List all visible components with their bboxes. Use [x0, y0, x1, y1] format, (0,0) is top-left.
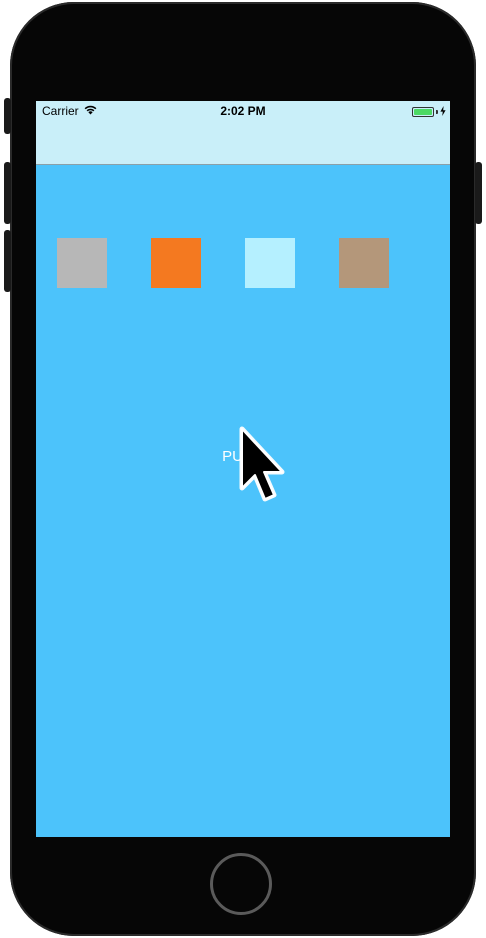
power-button: [475, 162, 482, 224]
volume-down-button: [4, 230, 11, 292]
status-bar: Carrier 2:02 PM: [36, 101, 450, 121]
app-screen: Carrier 2:02 PM PUSH: [36, 101, 450, 837]
battery-icon: [412, 107, 434, 117]
color-swatch-light-cyan: [245, 238, 295, 288]
silent-switch: [4, 98, 11, 134]
color-swatch-row: [36, 238, 450, 288]
volume-up-button: [4, 162, 11, 224]
battery-tip: [436, 110, 438, 114]
push-button[interactable]: PUSH: [193, 446, 293, 468]
status-time: 2:02 PM: [220, 104, 266, 118]
home-button-icon[interactable]: [210, 853, 272, 915]
color-swatch-orange: [151, 238, 201, 288]
battery-group: [412, 105, 446, 119]
charging-bolt-icon: [440, 105, 446, 119]
color-swatch-tan: [339, 238, 389, 288]
battery-level-fill: [414, 109, 432, 115]
color-swatch-gray: [57, 238, 107, 288]
